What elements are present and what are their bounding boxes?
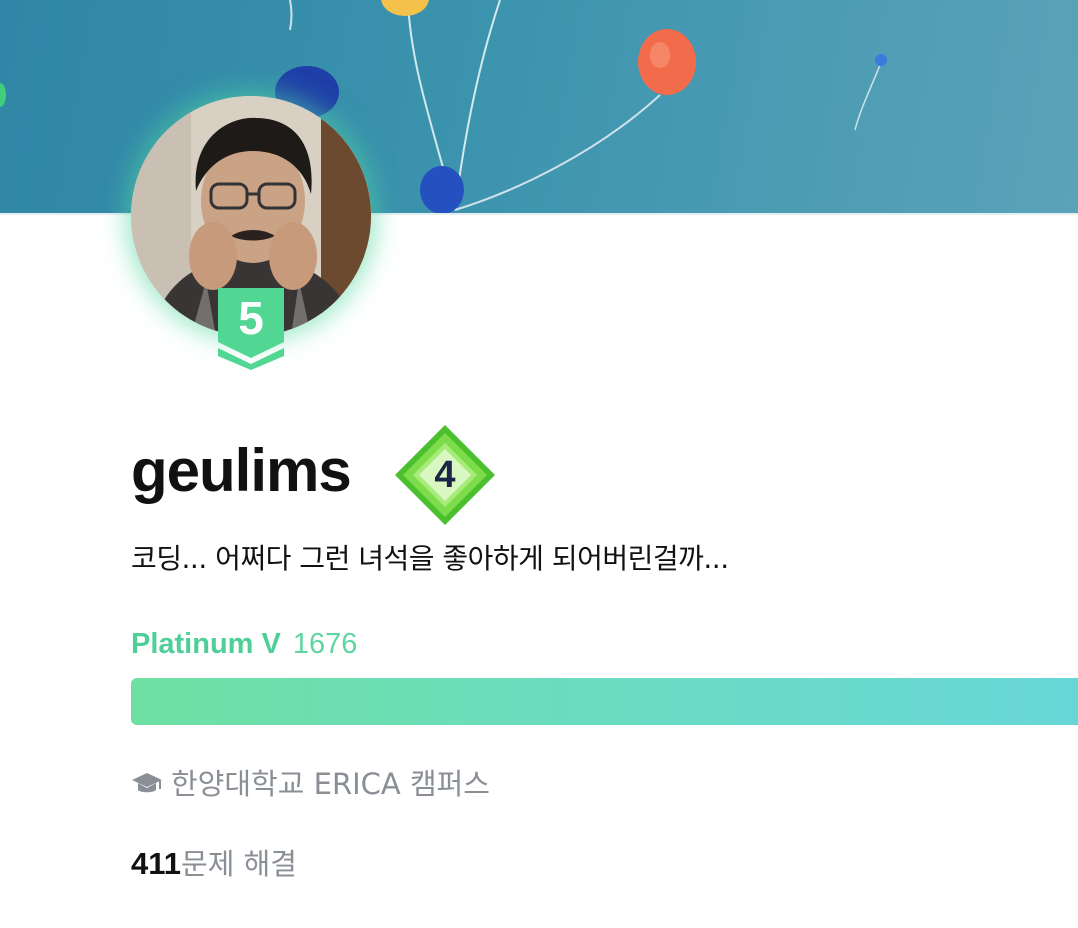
rating-progress-fill xyxy=(131,678,1078,725)
tier-name[interactable]: Platinum V xyxy=(131,628,281,660)
rating-value: 1676 xyxy=(292,628,358,660)
solved-suffix: 문제 해결 xyxy=(181,847,297,881)
solved-count: 411 xyxy=(131,846,182,881)
graduation-cap-icon xyxy=(132,773,162,793)
username: geulims xyxy=(131,437,352,504)
school-line[interactable]: 한양대학교 ERICA 캠퍼스 xyxy=(131,766,490,802)
solved-count-line[interactable]: 411문제 해결 xyxy=(131,846,297,882)
class-number: 4 xyxy=(434,454,456,496)
tier-badge[interactable]: 5 xyxy=(218,288,284,370)
profile-bio: 코딩... 어쩌다 그런 녀석을 좋아하게 되어버린걸까... xyxy=(131,542,729,575)
tier-number: 5 xyxy=(238,292,264,344)
class-badge[interactable]: 4 xyxy=(395,425,495,525)
rating-progress-bar xyxy=(131,678,1078,725)
school-name: 한양대학교 ERICA 캠퍼스 xyxy=(171,767,490,801)
profile-page: 5 geulims 4 코딩... 어쩌다 그런 녀석을 좋아하게 되어버린걸까… xyxy=(0,0,1078,928)
rating-line: Platinum V 1676 xyxy=(131,626,357,662)
